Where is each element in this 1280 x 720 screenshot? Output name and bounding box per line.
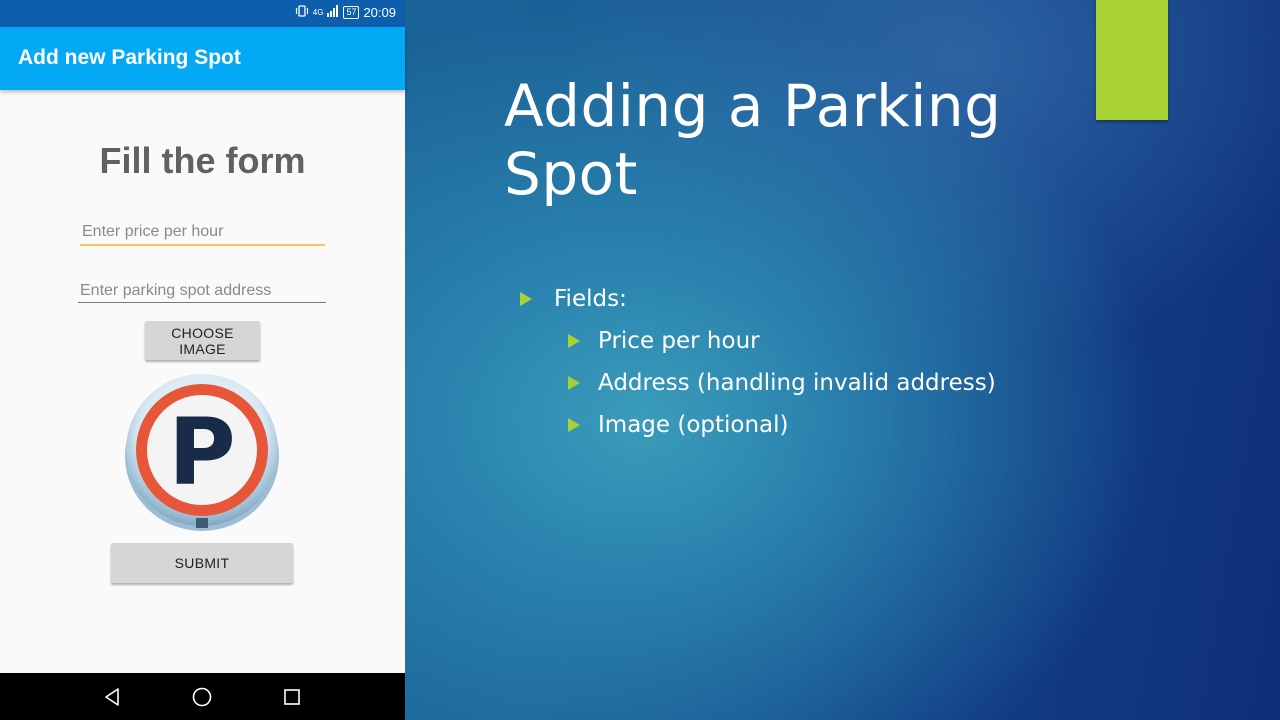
bullet-text: Fields:	[554, 286, 627, 312]
bullet-image: Image (optional)	[568, 404, 996, 446]
bullet-arrow-icon	[568, 376, 580, 390]
slide-title: Adding a Parking Spot	[504, 72, 1002, 208]
parking-sign-letter: P	[168, 399, 235, 506]
back-icon[interactable]	[83, 673, 143, 720]
signal-icon	[327, 5, 339, 20]
address-input[interactable]	[78, 279, 326, 303]
bullet-text: Image (optional)	[598, 412, 789, 438]
submit-button[interactable]: SUBMIT	[111, 543, 293, 583]
choose-image-button[interactable]: CHOOSE IMAGE	[145, 321, 260, 360]
vibrate-icon	[295, 5, 309, 20]
app-bar-title: Add new Parking Spot	[18, 46, 241, 69]
phone-screen: 4G 57 20:09 Add new Parking Spot Fill th…	[0, 0, 405, 720]
form-heading: Fill the form	[99, 140, 306, 181]
status-time: 20:09	[363, 5, 396, 20]
status-bar: 4G 57 20:09	[0, 0, 405, 27]
app-bar: Add new Parking Spot	[0, 27, 405, 90]
network-type: 4G	[312, 8, 324, 17]
bullet-text: Price per hour	[598, 328, 760, 354]
bullet-list: Fields: Price per hour Address (handling…	[520, 278, 996, 446]
bullet-fields: Fields:	[520, 278, 996, 320]
bullet-text: Address (handling invalid address)	[598, 370, 996, 396]
bullet-price: Price per hour	[568, 320, 996, 362]
accent-bar	[1096, 0, 1168, 120]
battery-level: 57	[343, 6, 360, 19]
bullet-arrow-icon	[568, 334, 580, 348]
home-icon[interactable]	[172, 673, 232, 720]
bullet-arrow-icon	[568, 418, 580, 432]
bullet-arrow-icon	[520, 292, 532, 306]
price-input[interactable]	[80, 220, 325, 246]
navigation-bar	[0, 673, 405, 720]
parking-sign-image: P	[122, 372, 282, 532]
recents-icon[interactable]	[262, 673, 322, 720]
bullet-address: Address (handling invalid address)	[568, 362, 996, 404]
